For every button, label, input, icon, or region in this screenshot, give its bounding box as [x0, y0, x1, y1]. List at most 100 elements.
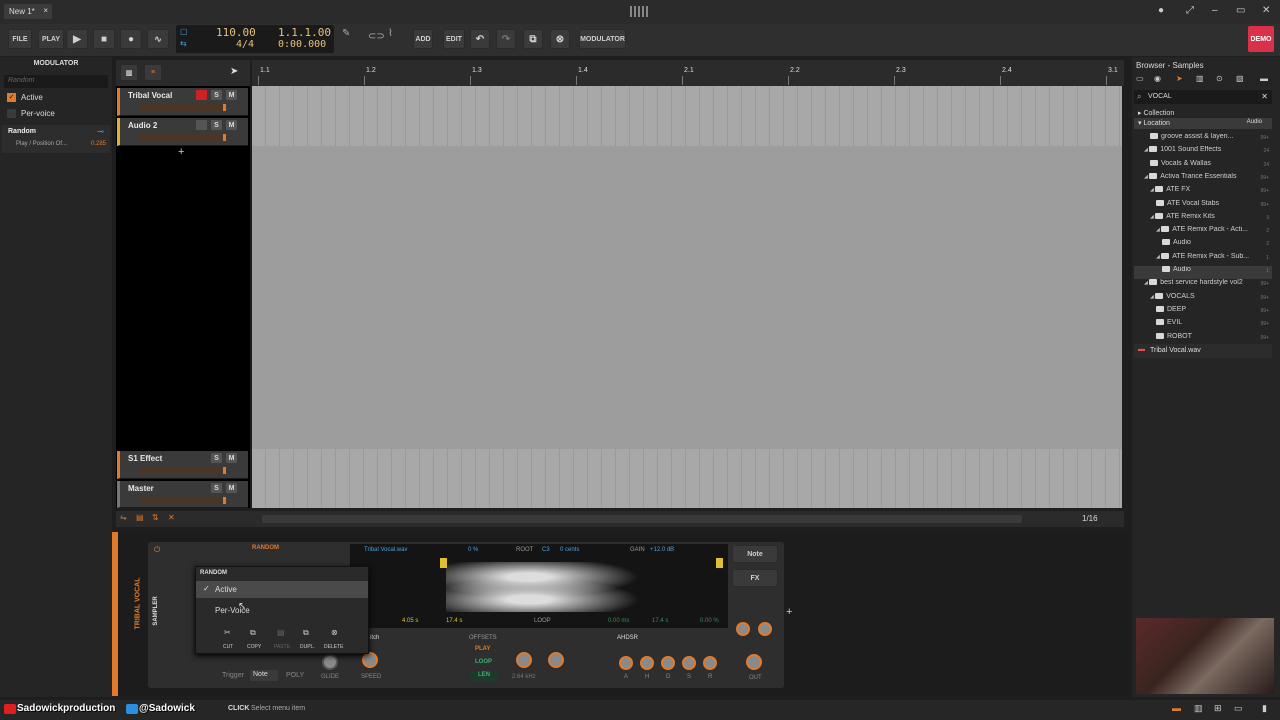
edit-view-icon[interactable]: ⊞: [1214, 703, 1222, 714]
folder-tab-icon[interactable]: ▬: [1260, 74, 1268, 83]
mix-view-icon[interactable]: ▥: [1194, 703, 1203, 714]
browser-tree-item[interactable]: DEEP 99+: [1134, 305, 1272, 319]
loop-mode-button[interactable]: LOOP: [470, 659, 498, 668]
len-mode-button[interactable]: LEN: [470, 672, 498, 682]
delete-menu-icon[interactable]: ⊗: [331, 628, 338, 637]
position-time[interactable]: 0:00.000: [278, 39, 326, 50]
mute-button[interactable]: M: [226, 90, 237, 100]
audio-filter-tag[interactable]: Audio: [1247, 119, 1262, 125]
copy-icon[interactable]: ⧉: [250, 628, 256, 638]
track-s1-effect[interactable]: S1 Effect S M: [117, 451, 248, 479]
close-icon[interactable]: ×: [43, 6, 48, 15]
track-tribal-vocal[interactable]: Tribal Vocal S M: [117, 88, 248, 116]
active-checkbox[interactable]: ✓: [7, 93, 16, 102]
play-icon[interactable]: ▶: [66, 29, 88, 49]
browser-tree-item[interactable]: EVIL 99+: [1134, 319, 1272, 332]
mixer-view-icon[interactable]: ▥: [120, 64, 138, 81]
demo-badge[interactable]: DEMO: [1248, 26, 1274, 52]
speed-knob[interactable]: [362, 652, 378, 668]
delete-icon[interactable]: ⊗: [550, 29, 570, 49]
clips-tab-icon[interactable]: ▧: [1236, 74, 1244, 83]
resonance-knob[interactable]: [548, 652, 564, 668]
close-footer-icon[interactable]: ✕: [168, 513, 175, 522]
record-arm-icon[interactable]: [196, 90, 207, 100]
copy-label[interactable]: COPY: [247, 644, 261, 650]
browser-tree-item[interactable]: ◢ ATE Remix Pack - Sub... 1: [1134, 252, 1272, 266]
browser-tree-item[interactable]: ◢ 1001 Sound Effects 24: [1134, 146, 1272, 159]
power-icon[interactable]: ⏻: [154, 545, 160, 555]
browser-tree-item[interactable]: ◢ ATE Remix Kits 3: [1134, 212, 1272, 226]
menu-item-active[interactable]: ✓ Active: [196, 581, 368, 598]
modulation-amount[interactable]: 0.285: [91, 141, 106, 147]
browser-tree-item[interactable]: Audio 2: [1134, 239, 1272, 252]
browser-tree-item[interactable]: groove assist & layeri... 99+: [1134, 133, 1272, 146]
tempo-value[interactable]: 110.00: [216, 26, 256, 39]
samples-tab-icon[interactable]: ➤: [1176, 74, 1183, 83]
file-item-tribal-vocal[interactable]: Tribal Vocal.wav: [1150, 347, 1201, 354]
cut-icon[interactable]: ✂: [224, 628, 231, 637]
stop-icon[interactable]: ■: [93, 29, 115, 49]
waveform-area[interactable]: Tribal Vocal.wav 0 % ROOT C3 0 cents GAI…: [350, 544, 728, 628]
record-icon[interactable]: ●: [120, 29, 142, 49]
track-master[interactable]: Master S M: [117, 481, 248, 508]
envelope-knob-r[interactable]: [703, 656, 717, 670]
solo-button[interactable]: S: [211, 453, 222, 463]
pan-knob-r[interactable]: [758, 622, 772, 636]
grid-value[interactable]: 1/16: [1082, 514, 1098, 523]
redo-icon[interactable]: ↷: [496, 29, 516, 49]
edit-button[interactable]: EDIT: [443, 29, 465, 49]
trigger-select[interactable]: Note: [250, 670, 278, 681]
multisample-tab-icon[interactable]: ▥: [1196, 74, 1204, 83]
browser-tree-item[interactable]: ◢ VOCALS 99+: [1134, 292, 1272, 306]
window-close-icon[interactable]: ✕: [1262, 5, 1270, 16]
browser-tree-item[interactable]: Audio 1: [1134, 266, 1272, 279]
automation-icon[interactable]: ∿: [147, 29, 169, 49]
pan-knob-l[interactable]: [736, 622, 750, 636]
ahdsr-label[interactable]: AHDSR: [617, 635, 638, 641]
arrange-view-icon[interactable]: ▬: [1172, 703, 1181, 713]
track-audio-2[interactable]: Audio 2 S M: [117, 118, 248, 146]
time-signature[interactable]: 4/4: [236, 39, 254, 50]
root-value[interactable]: C3: [542, 547, 550, 553]
device-view-icon[interactable]: ▭: [1234, 703, 1243, 714]
location-row[interactable]: ▾ Location Audio: [1134, 118, 1272, 129]
loop-percent[interactable]: 0.00 %: [700, 618, 719, 624]
inspector-icon[interactable]: ▮: [1262, 703, 1267, 714]
mute-button[interactable]: M: [226, 483, 237, 493]
undo-icon[interactable]: ↶: [470, 29, 490, 49]
poly-label[interactable]: POLY: [286, 672, 304, 679]
browser-search[interactable]: ⌕ VOCAL ✕: [1134, 90, 1272, 104]
collection-row[interactable]: ▸ Collection: [1138, 109, 1174, 117]
fade-ms[interactable]: 0.00 ms: [608, 618, 629, 624]
waveform-marker-end[interactable]: [716, 558, 723, 568]
pervoice-checkbox[interactable]: [7, 109, 16, 118]
envelope-knob-s[interactable]: [682, 656, 696, 670]
volume-fader[interactable]: [140, 134, 226, 141]
arrange-icon[interactable]: ⇋: [120, 513, 127, 522]
pencil-icon[interactable]: ✎: [342, 28, 350, 39]
cut-label[interactable]: CUT: [223, 644, 233, 650]
horizontal-scrollbar[interactable]: [262, 515, 1022, 523]
add-button[interactable]: ADD: [413, 29, 433, 49]
play-mode-button[interactable]: PLAY: [470, 646, 498, 655]
start-time[interactable]: 4.05 s: [402, 618, 418, 624]
envelope-knob-d[interactable]: [661, 656, 675, 670]
duplicate-menu-icon[interactable]: ⧉: [303, 628, 309, 638]
document-tab[interactable]: New 1* ×: [4, 4, 52, 19]
play-menu-button[interactable]: PLAY: [38, 29, 64, 49]
volume-fader[interactable]: [140, 467, 226, 474]
waveform-marker-start[interactable]: [440, 558, 447, 568]
file-button[interactable]: FILE: [8, 29, 32, 49]
music-tab-icon[interactable]: ⊙: [1216, 74, 1223, 83]
clear-search-icon[interactable]: ✕: [1261, 92, 1268, 101]
note-button[interactable]: Note: [732, 545, 778, 563]
volume-fader[interactable]: [140, 104, 226, 111]
browser-tree-item[interactable]: ATE Vocal Stabs 99+: [1134, 199, 1272, 213]
duplicate-icon[interactable]: ⧉: [523, 29, 543, 49]
solo-button[interactable]: S: [211, 90, 222, 100]
browser-tree-item[interactable]: ◢ ATE Remix Pack - Acti... 2: [1134, 226, 1272, 239]
delete-label[interactable]: DELETE: [324, 644, 343, 650]
modulator-route-icon[interactable]: ⊸: [97, 127, 104, 136]
browser-tree-item[interactable]: Vocals & Wallas 24: [1134, 159, 1272, 173]
volume-fader[interactable]: [140, 497, 226, 504]
